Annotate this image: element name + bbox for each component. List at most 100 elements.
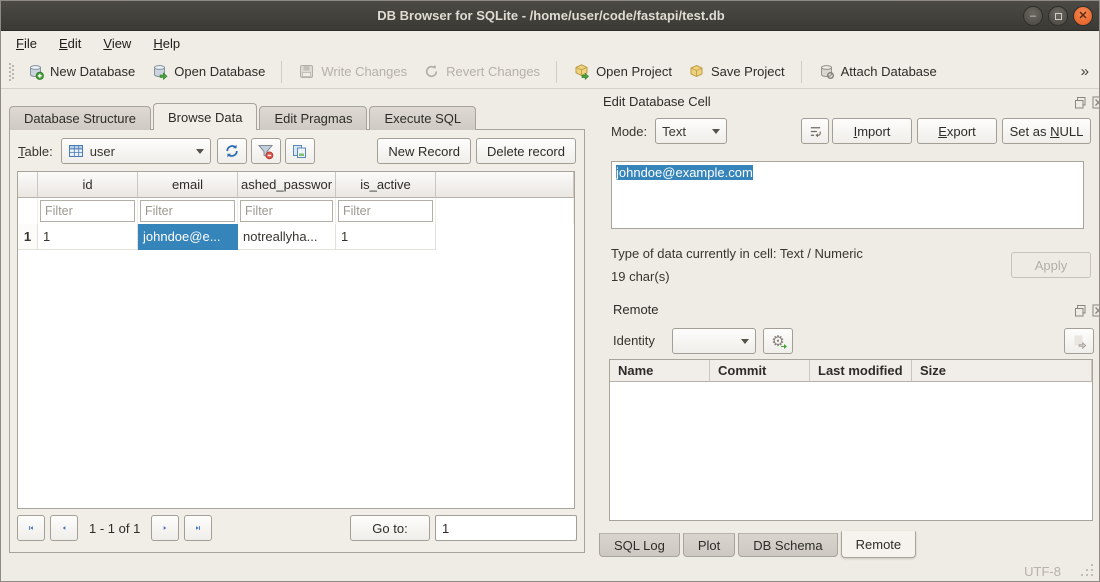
filter-input-email[interactable] bbox=[140, 200, 235, 222]
filter-input-hashed-password[interactable] bbox=[240, 200, 333, 222]
toolbar-separator bbox=[556, 61, 557, 83]
menu-bar: File Edit View Help bbox=[1, 31, 1100, 55]
refresh-button[interactable] bbox=[217, 138, 247, 164]
dock-float-icon[interactable] bbox=[1073, 95, 1087, 109]
resize-grip[interactable] bbox=[1080, 563, 1093, 576]
chevron-down-icon bbox=[712, 129, 720, 134]
menu-file[interactable]: File bbox=[5, 33, 48, 54]
table-select-value: user bbox=[90, 144, 115, 159]
delete-record-button[interactable]: Delete record bbox=[476, 138, 576, 164]
gear-icon: ⚙ bbox=[771, 332, 784, 350]
cell-char-count: 19 char(s) bbox=[611, 269, 670, 284]
close-icon[interactable]: ✕ bbox=[1073, 6, 1093, 26]
remote-files-table: Name Commit Last modified Size bbox=[609, 359, 1093, 521]
previous-record-button[interactable] bbox=[50, 515, 78, 541]
revert-changes-button[interactable]: Revert Changes bbox=[415, 59, 548, 84]
column-header-id[interactable]: id bbox=[38, 172, 138, 198]
grid-corner[interactable] bbox=[18, 172, 38, 198]
table-select[interactable]: user bbox=[61, 138, 211, 164]
remote-column-last-modified[interactable]: Last modified bbox=[810, 360, 912, 382]
tab-remote[interactable]: Remote bbox=[841, 531, 917, 558]
clear-filter-icon bbox=[257, 143, 274, 160]
dock-float-icon[interactable] bbox=[1073, 303, 1087, 317]
menu-view[interactable]: View bbox=[92, 33, 142, 54]
attach-database-icon bbox=[818, 63, 835, 80]
menu-help[interactable]: Help bbox=[142, 33, 191, 54]
set-as-null-button[interactable]: Set as NULL bbox=[1002, 118, 1091, 144]
menu-edit[interactable]: Edit bbox=[48, 33, 92, 54]
save-results-icon bbox=[291, 143, 308, 160]
tab-browse-data[interactable]: Browse Data bbox=[153, 103, 257, 130]
cell-email-selected[interactable]: johndoe@e... bbox=[138, 224, 238, 250]
minimize-icon[interactable]: – bbox=[1023, 6, 1043, 26]
toolbar-handle[interactable] bbox=[9, 71, 11, 73]
column-header-email[interactable]: email bbox=[138, 172, 238, 198]
filter-input-is-active[interactable] bbox=[338, 200, 433, 222]
window-title: DB Browser for SQLite - /home/user/code/… bbox=[377, 8, 724, 23]
manage-identities-button[interactable]: ⚙ bbox=[763, 328, 793, 354]
toolbar-overflow-button[interactable]: » bbox=[1081, 63, 1095, 80]
attach-database-button[interactable]: Attach Database bbox=[810, 59, 945, 84]
title-bar[interactable]: DB Browser for SQLite - /home/user/code/… bbox=[1, 1, 1100, 31]
mode-select[interactable]: Text bbox=[655, 118, 727, 144]
open-database-button[interactable]: Open Database bbox=[143, 59, 273, 84]
column-header-hashed-password[interactable]: ashed_passwor bbox=[238, 172, 336, 198]
clone-database-button[interactable] bbox=[1064, 328, 1094, 354]
word-wrap-button[interactable] bbox=[801, 118, 829, 144]
identity-select[interactable] bbox=[672, 328, 756, 354]
mode-label: Mode: bbox=[611, 124, 647, 139]
word-wrap-icon bbox=[808, 124, 823, 139]
chevron-down-icon bbox=[741, 339, 749, 344]
last-record-button[interactable] bbox=[184, 515, 212, 541]
grid-header-row: id email ashed_passwor is_active bbox=[18, 172, 574, 198]
column-header-is-active[interactable]: is_active bbox=[336, 172, 436, 198]
save-project-icon bbox=[688, 63, 705, 80]
tab-plot[interactable]: Plot bbox=[683, 533, 735, 557]
save-project-button[interactable]: Save Project bbox=[680, 59, 793, 84]
next-record-button[interactable] bbox=[151, 515, 179, 541]
cell-id[interactable]: 1 bbox=[38, 224, 138, 250]
dock-close-icon[interactable] bbox=[1091, 303, 1100, 317]
save-results-button[interactable] bbox=[285, 138, 315, 164]
tab-db-schema[interactable]: DB Schema bbox=[738, 533, 837, 557]
remote-table-header: Name Commit Last modified Size bbox=[610, 360, 1092, 382]
clear-filters-button[interactable] bbox=[251, 138, 281, 164]
cell-editor-content: johndoe@example.com bbox=[616, 165, 753, 180]
cell-editor-textarea[interactable]: johndoe@example.com bbox=[611, 161, 1084, 229]
revert-changes-icon bbox=[423, 63, 440, 80]
new-database-button[interactable]: New Database bbox=[19, 59, 143, 84]
cell-hashed-password[interactable]: notreallyha... bbox=[238, 224, 336, 250]
filter-input-id[interactable] bbox=[40, 200, 135, 222]
edit-cell-dock-title: Edit Database Cell bbox=[603, 94, 711, 109]
new-record-button[interactable]: New Record bbox=[377, 138, 471, 164]
row-header[interactable]: 1 bbox=[18, 224, 38, 250]
mode-select-value: Text bbox=[662, 124, 686, 139]
tab-database-structure[interactable]: Database Structure bbox=[9, 106, 151, 130]
toolbar-separator bbox=[801, 61, 802, 83]
write-changes-icon bbox=[298, 63, 315, 80]
goto-input[interactable] bbox=[435, 515, 577, 541]
import-button[interactable]: Import bbox=[832, 118, 912, 144]
tab-edit-pragmas[interactable]: Edit Pragmas bbox=[259, 106, 367, 130]
remote-column-commit[interactable]: Commit bbox=[710, 360, 810, 382]
cell-is-active[interactable]: 1 bbox=[336, 224, 436, 250]
apply-button[interactable]: Apply bbox=[1011, 252, 1091, 278]
tab-execute-sql[interactable]: Execute SQL bbox=[369, 106, 476, 130]
goto-button[interactable]: Go to: bbox=[350, 515, 430, 541]
remote-dock-title: Remote bbox=[613, 302, 659, 317]
first-record-button[interactable] bbox=[17, 515, 45, 541]
dock-close-icon[interactable] bbox=[1091, 95, 1100, 109]
main-toolbar: New Database Open Database Write Changes bbox=[1, 55, 1100, 89]
remote-column-size[interactable]: Size bbox=[912, 360, 1092, 382]
new-database-icon bbox=[27, 63, 44, 80]
export-button[interactable]: Export bbox=[917, 118, 997, 144]
maximize-icon[interactable] bbox=[1048, 6, 1068, 26]
record-pager: 1 - 1 of 1 Go to: bbox=[17, 513, 577, 543]
remote-column-name[interactable]: Name bbox=[610, 360, 710, 382]
write-changes-button[interactable]: Write Changes bbox=[290, 59, 415, 84]
open-project-button[interactable]: Open Project bbox=[565, 59, 680, 84]
chevron-down-icon bbox=[196, 149, 204, 154]
tab-sql-log[interactable]: SQL Log bbox=[599, 533, 680, 557]
first-page-icon bbox=[28, 521, 34, 535]
table-label: Table: bbox=[18, 144, 53, 159]
